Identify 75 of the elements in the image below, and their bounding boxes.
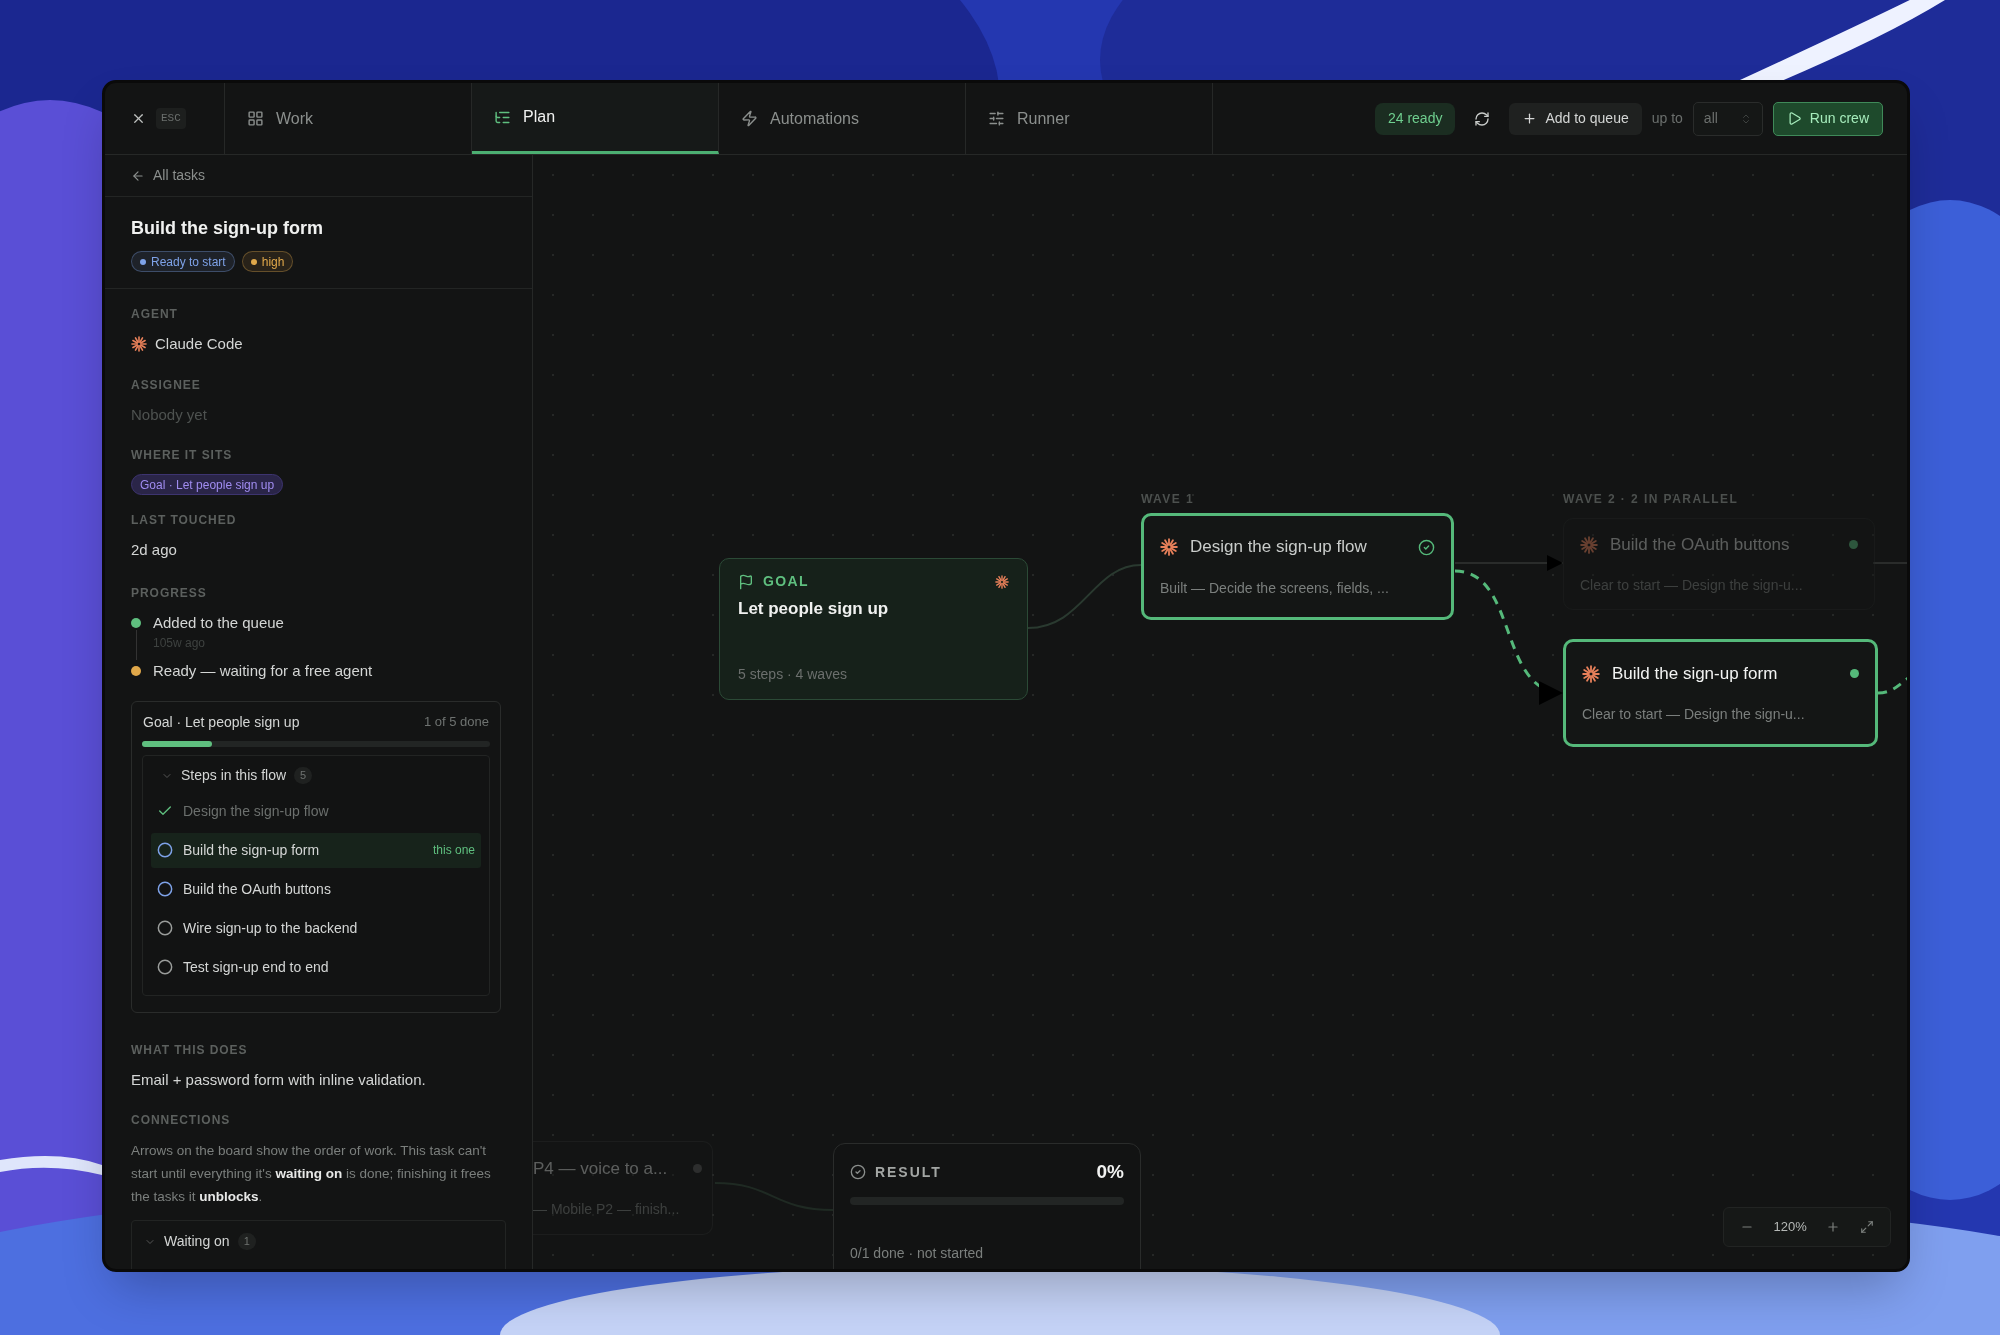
- last-touched-value: 2d ago: [131, 540, 177, 560]
- play-icon: [1786, 111, 1802, 126]
- starburst-icon: [131, 336, 147, 353]
- node-title: P4 — voice to a...: [533, 1157, 668, 1180]
- sliders-icon: [988, 110, 1005, 127]
- grid-icon: [247, 110, 264, 127]
- waiting-toggle[interactable]: Waiting on 1: [144, 1231, 256, 1252]
- plus-icon: [1522, 111, 1538, 126]
- step-row[interactable]: Wire sign-up to the backend: [151, 910, 481, 946]
- node-kind: GOAL: [763, 572, 811, 591]
- goal-title: Let people sign up: [738, 598, 890, 620]
- ready-badge: 24 ready: [1374, 102, 1456, 135]
- flag-icon: [738, 573, 754, 590]
- section-label: PROGRESS: [131, 584, 207, 602]
- progress-event: Ready — waiting for a free agent: [153, 661, 373, 681]
- lightning-icon: [741, 110, 758, 127]
- node-title: Build the sign-up form: [1612, 662, 1779, 685]
- node-subtitle: Clear to start — Design the sign-u...: [1582, 705, 1806, 725]
- fit-view-button[interactable]: [1860, 1220, 1875, 1234]
- starburst-icon: [1160, 538, 1178, 556]
- limit-select[interactable]: all: [1692, 101, 1763, 136]
- status-badge: high: [241, 251, 294, 272]
- goal-chip[interactable]: Goal · Let people sign up: [131, 474, 284, 495]
- flow-title: Goal · Let people sign up: [143, 712, 300, 732]
- check-circle-icon: [850, 1164, 866, 1181]
- field-label: LAST TOUCHED: [131, 512, 237, 529]
- agent-name: Claude Code: [155, 334, 243, 354]
- step-row[interactable]: Build the sign-up form this one: [151, 832, 481, 868]
- close-button[interactable]: [131, 111, 146, 126]
- field-label: WHERE IT SITS: [131, 447, 233, 464]
- refresh-icon: [1474, 110, 1491, 127]
- starburst-icon: [1582, 664, 1600, 683]
- flow-count: 1 of 5 done: [423, 712, 489, 731]
- step-row[interactable]: Test sign-up end to end: [151, 949, 481, 985]
- shortcut-key: ESC: [156, 108, 186, 129]
- task-node[interactable]: Design the sign-up flow Built — Decide the screens, fields, ...: [1141, 513, 1454, 620]
- nav-tab[interactable]: Automations: [719, 83, 966, 154]
- step-row[interactable]: Design the sign-up flow: [151, 793, 481, 829]
- node-kind: RESULT: [875, 1162, 943, 1182]
- result-meta: 0/1 done · not started: [850, 1243, 984, 1263]
- status-badge: Ready to start: [131, 251, 235, 272]
- goal-meta: 5 steps · 4 waves: [738, 665, 848, 684]
- add-to-queue-button[interactable]: Add to queue: [1509, 102, 1642, 135]
- expand-icon: [1860, 1220, 1875, 1234]
- back-link[interactable]: All tasks: [131, 165, 206, 186]
- result-node[interactable]: RESULT 0% 0/1 done · not started: [833, 1143, 1141, 1269]
- zoom-level: 120%: [1773, 1218, 1807, 1237]
- description-text: Email + password form with inline validation.: [131, 1069, 426, 1090]
- steps-toggle[interactable]: Steps in this flow 5: [151, 763, 323, 788]
- task-node[interactable]: Build the sign-up form Clear to start — Design the sign-u...: [1563, 639, 1878, 747]
- starburst-icon: [1580, 535, 1598, 554]
- goal-node[interactable]: GOAL Let people sign up 5 steps · 4 waves: [719, 558, 1028, 700]
- nav-tab[interactable]: Runner: [966, 83, 1213, 154]
- zoom-in-button[interactable]: [1826, 1220, 1841, 1234]
- progress-event: Added to the queue: [153, 612, 284, 633]
- field-label: ASSIGNEE: [131, 376, 201, 394]
- node-title: Build the OAuth buttons: [1610, 533, 1791, 556]
- task-title: Build the sign-up form: [131, 217, 323, 240]
- node-title: Design the sign-up flow: [1190, 536, 1368, 559]
- nav-tab[interactable]: Plan: [472, 83, 719, 154]
- run-button[interactable]: Run crew: [1772, 101, 1883, 136]
- section-label: CONNECTIONS: [131, 1112, 231, 1129]
- starburst-icon: [995, 574, 1009, 589]
- result-percent: 0%: [1096, 1160, 1124, 1184]
- plus-icon: [1826, 1220, 1841, 1234]
- connections-text: Arrows on the board show the order of work. This task can't start until everything it's waiting on is done; finishing it frees the tasks it unblocks.: [131, 1142, 492, 1206]
- step-row[interactable]: Build the OAuth buttons: [151, 871, 481, 907]
- assignee-value: Nobody yet: [131, 404, 207, 425]
- close-icon: [131, 111, 146, 126]
- node-subtitle: Built — Decide the screens, fields, ...: [1160, 578, 1390, 598]
- limit-label: up to: [1651, 109, 1683, 128]
- field-label: AGENT: [131, 306, 178, 323]
- wave-label: WAVE 1: [1141, 491, 1195, 508]
- wave-label: WAVE 2 · 2 IN PARALLEL: [1563, 491, 1739, 508]
- section-label: WHAT THIS DOES: [131, 1041, 248, 1059]
